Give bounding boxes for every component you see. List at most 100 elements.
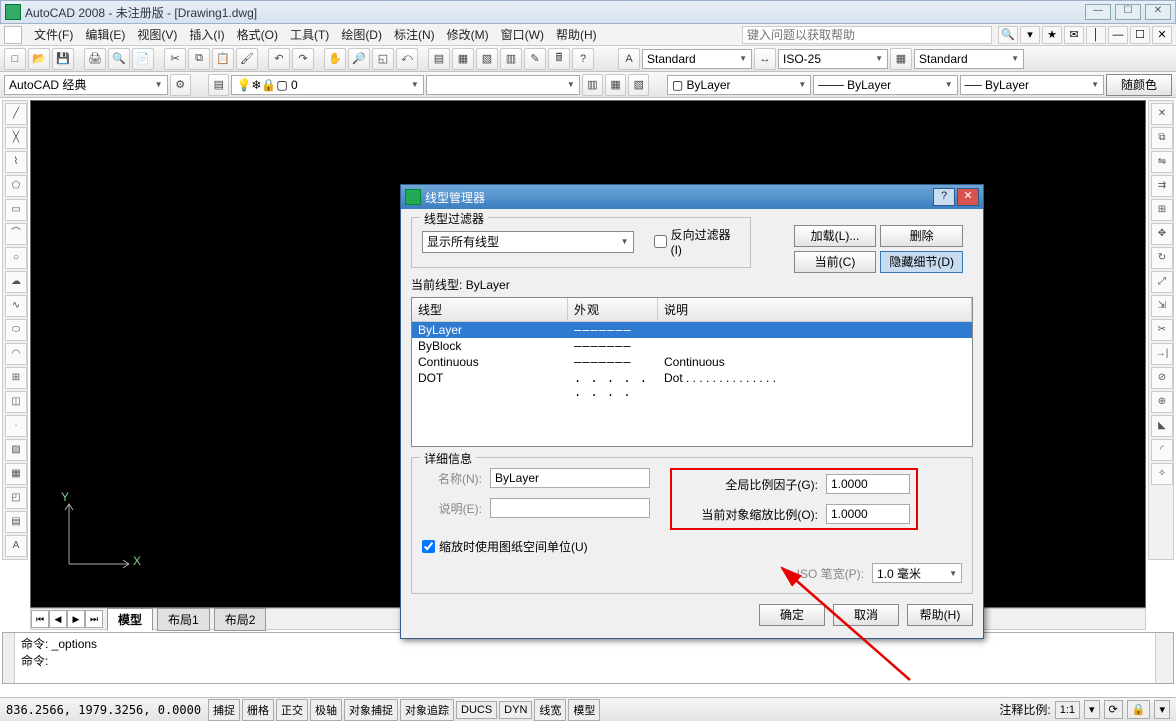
line-icon[interactable]: ╱ bbox=[5, 103, 27, 125]
scale-icon[interactable]: ⤢ bbox=[1151, 271, 1173, 293]
publish-icon[interactable]: 📄 bbox=[132, 48, 154, 70]
comm-icon[interactable]: ✉ bbox=[1064, 26, 1084, 44]
search-icon[interactable]: 🔍 bbox=[998, 26, 1018, 44]
load-button[interactable]: 加载(L)... bbox=[794, 225, 877, 247]
lwt-toggle[interactable]: 线宽 bbox=[534, 699, 566, 721]
zoom-prev-icon[interactable]: ⤺ bbox=[396, 48, 418, 70]
filter-select[interactable]: 显示所有线型▼ bbox=[422, 231, 634, 253]
table-style-dropdown[interactable]: Standard▼ bbox=[914, 49, 1024, 69]
bycolor-button[interactable]: 随颜色 bbox=[1106, 74, 1172, 96]
ok-button[interactable]: 确定 bbox=[759, 604, 825, 626]
stretch-icon[interactable]: ⇲ bbox=[1151, 295, 1173, 317]
zoom-rt-icon[interactable]: 🔎 bbox=[348, 48, 370, 70]
match-icon[interactable]: 🖌 bbox=[236, 48, 258, 70]
help-search-input[interactable] bbox=[742, 26, 992, 44]
break-icon[interactable]: ⊘ bbox=[1151, 367, 1173, 389]
mtext-icon[interactable]: A bbox=[5, 535, 27, 557]
dyn-toggle[interactable]: DYN bbox=[499, 701, 532, 719]
hatch-icon[interactable]: ▨ bbox=[5, 439, 27, 461]
tab-model[interactable]: 模型 bbox=[107, 608, 153, 631]
textstyle-icon[interactable]: A bbox=[618, 48, 640, 70]
list-item[interactable]: ByBlock ——————— bbox=[412, 338, 972, 354]
dialog-help-icon[interactable]: ? bbox=[933, 188, 955, 206]
cmd-scrollbar[interactable] bbox=[1155, 633, 1173, 683]
props-icon[interactable]: ▤ bbox=[428, 48, 450, 70]
ellarc-icon[interactable]: ◠ bbox=[5, 343, 27, 365]
layer-dropdown[interactable]: 💡❄🔒▢ 0▼ bbox=[231, 75, 423, 95]
menu-edit[interactable]: 编辑(E) bbox=[79, 24, 131, 45]
close-button[interactable]: ✕ bbox=[1145, 4, 1171, 20]
ellipse-icon[interactable]: ⬭ bbox=[5, 319, 27, 341]
favorite-icon[interactable]: ★ bbox=[1042, 26, 1062, 44]
text-style-dropdown[interactable]: Standard▼ bbox=[642, 49, 752, 69]
block-icon[interactable]: ◫ bbox=[5, 391, 27, 413]
cancel-button[interactable]: 取消 bbox=[833, 604, 899, 626]
anno-scale-value[interactable]: 1:1 bbox=[1055, 701, 1080, 719]
circle-icon[interactable]: ○ bbox=[5, 247, 27, 269]
rect-icon[interactable]: ▭ bbox=[5, 199, 27, 221]
calc-icon[interactable]: 🖩 bbox=[548, 48, 570, 70]
status-tray-icon[interactable]: ▾ bbox=[1154, 700, 1170, 719]
offset-icon[interactable]: ⇉ bbox=[1151, 175, 1173, 197]
copy-icon[interactable]: ⧉ bbox=[188, 48, 210, 70]
tab-first-icon[interactable]: ⏮ bbox=[31, 610, 49, 628]
grid-toggle[interactable]: 栅格 bbox=[242, 699, 274, 721]
save-icon[interactable]: 💾 bbox=[52, 48, 74, 70]
lineweight-dropdown[interactable]: ── ByLayer▼ bbox=[960, 75, 1104, 95]
trim-icon[interactable]: ✂ bbox=[1151, 319, 1173, 341]
iso-pen-dropdown[interactable]: 1.0 毫米▼ bbox=[872, 563, 962, 583]
rotate-icon[interactable]: ↻ bbox=[1151, 247, 1173, 269]
cut-icon[interactable]: ✂ bbox=[164, 48, 186, 70]
mirror-icon[interactable]: ⇋ bbox=[1151, 151, 1173, 173]
tab-last-icon[interactable]: ⏭ bbox=[85, 610, 103, 628]
menu-file[interactable]: 文件(F) bbox=[28, 24, 79, 45]
erase-icon[interactable]: ✕ bbox=[1151, 103, 1173, 125]
menu-window[interactable]: 窗口(W) bbox=[495, 24, 550, 45]
new-icon[interactable]: □ bbox=[4, 48, 26, 70]
cmd-handle[interactable] bbox=[3, 633, 15, 683]
dialog-title-bar[interactable]: 线型管理器 ? ✕ bbox=[401, 185, 983, 209]
header-appearance[interactable]: 外观 bbox=[568, 298, 658, 321]
paste-icon[interactable]: 📋 bbox=[212, 48, 234, 70]
tool-pal-icon[interactable]: ▧ bbox=[476, 48, 498, 70]
explode-icon[interactable]: ✧ bbox=[1151, 463, 1173, 485]
menu-draw[interactable]: 绘图(D) bbox=[335, 24, 388, 45]
object-scale-field[interactable] bbox=[826, 504, 910, 524]
zoom-win-icon[interactable]: ◱ bbox=[372, 48, 394, 70]
menu-insert[interactable]: 插入(I) bbox=[183, 24, 230, 45]
list-item[interactable]: ByLayer ——————— bbox=[412, 322, 972, 338]
linetype-list[interactable]: 线型 外观 说明 ByLayer ——————— ByBlock ———————… bbox=[411, 297, 973, 447]
doc-minimize-button[interactable]: — bbox=[1108, 26, 1128, 44]
header-name[interactable]: 线型 bbox=[412, 298, 568, 321]
header-desc[interactable]: 说明 bbox=[658, 298, 972, 321]
redo-icon[interactable]: ↷ bbox=[292, 48, 314, 70]
menu-help[interactable]: 帮助(H) bbox=[550, 24, 603, 45]
array-icon[interactable]: ⊞ bbox=[1151, 199, 1173, 221]
xline-icon[interactable]: ╳ bbox=[5, 127, 27, 149]
table-icon[interactable]: ▤ bbox=[5, 511, 27, 533]
anno-auto-icon[interactable]: ⟳ bbox=[1104, 700, 1123, 719]
command-line[interactable]: 命令: _options 命令: bbox=[2, 632, 1174, 684]
lo-icon[interactable]: ▧ bbox=[628, 74, 649, 96]
help-button[interactable]: 帮助(H) bbox=[907, 604, 973, 626]
ducs-toggle[interactable]: DUCS bbox=[456, 701, 497, 719]
tab-layout1[interactable]: 布局1 bbox=[157, 608, 210, 631]
maximize-button[interactable]: ☐ bbox=[1115, 4, 1141, 20]
search-dd-icon[interactable]: ▾ bbox=[1020, 26, 1040, 44]
minimize-button[interactable]: — bbox=[1085, 4, 1111, 20]
dim-style-dropdown[interactable]: ISO-25▼ bbox=[778, 49, 888, 69]
markup-icon[interactable]: ✎ bbox=[524, 48, 546, 70]
preview-icon[interactable]: 🔍 bbox=[108, 48, 130, 70]
tab-prev-icon[interactable]: ◀ bbox=[49, 610, 67, 628]
join-icon[interactable]: ⊕ bbox=[1151, 391, 1173, 413]
pan-icon[interactable]: ✋ bbox=[324, 48, 346, 70]
gradient-icon[interactable]: ▦ bbox=[5, 463, 27, 485]
workspace-settings-icon[interactable]: ⚙ bbox=[170, 74, 191, 96]
menu-dimension[interactable]: 标注(N) bbox=[388, 24, 441, 45]
tablestyle-icon[interactable]: ▦ bbox=[890, 48, 912, 70]
menu-modify[interactable]: 修改(M) bbox=[441, 24, 495, 45]
ls-icon[interactable]: ▦ bbox=[605, 74, 626, 96]
lp-icon[interactable]: ▥ bbox=[582, 74, 603, 96]
list-item[interactable]: DOT . . . . . . . . . Dot . . . . . . . … bbox=[412, 370, 972, 400]
help-icon[interactable]: ? bbox=[572, 48, 594, 70]
